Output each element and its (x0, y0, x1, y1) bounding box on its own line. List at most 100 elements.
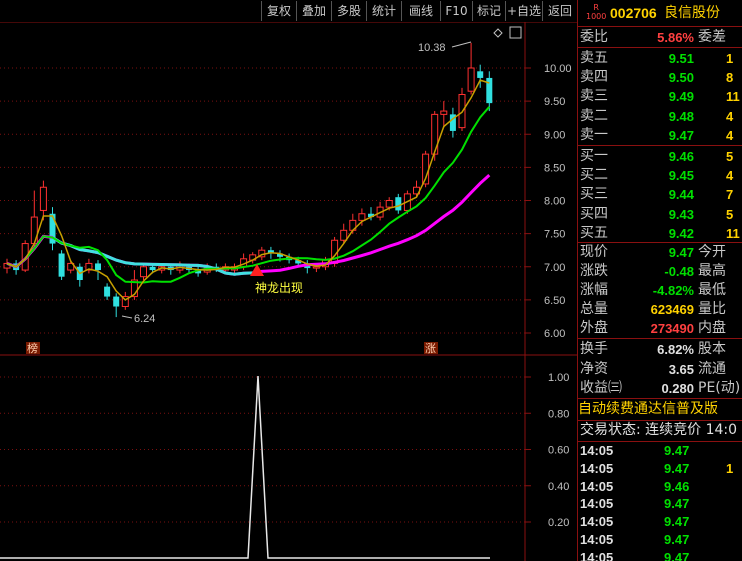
toolbar-button-6[interactable]: 标记 (472, 1, 505, 21)
candle-down (477, 71, 484, 78)
buy-row-2[interactable]: 买三 9.44 7 (578, 185, 742, 204)
order-price: 9.48 (668, 108, 694, 124)
stat-label: 总量 (580, 301, 608, 317)
trade-status: 交易状态: 连续竞价 14:0 (580, 422, 738, 438)
toolbar-button-2[interactable]: 多股 (331, 1, 366, 21)
candle-down (113, 296, 120, 307)
market-badge: R 1000 (586, 3, 607, 21)
candle-up (385, 200, 393, 208)
toolbar-button-3[interactable]: 统计 (366, 1, 401, 21)
toolbar-button-0[interactable]: 复权 (261, 1, 296, 21)
stat-label: 涨幅 (580, 282, 608, 298)
buy-row-1[interactable]: 买二 9.45 4 (578, 166, 742, 185)
order-price: 9.51 (668, 51, 694, 66)
stat-label-2: 内盘 (698, 320, 726, 336)
marquee-text[interactable]: 自动续费通达信普及版 (578, 400, 742, 419)
order-price: 9.47 (668, 127, 694, 143)
order-volume: 8 (726, 70, 734, 86)
fund-row-0: 换手 6.82% 股本 (578, 340, 742, 359)
order-label: 卖二 (580, 107, 608, 124)
quote-row-1: 涨跌 -0.48 最高 (578, 262, 742, 281)
order-volume: 4 (726, 127, 734, 143)
order-volume: 5 (726, 149, 734, 164)
order-volume: 1 (726, 51, 734, 66)
stat-label: 换手 (580, 341, 608, 357)
price-axis: 10.00 9.50 9.00 8.50 8.00 7.50 7.00 6.50 6.00 (525, 63, 572, 340)
axis-tick-label: 1.00 (548, 372, 569, 384)
candle-up (39, 186, 47, 211)
candle-up (340, 229, 348, 241)
stat-label-2: 流通 (698, 360, 726, 377)
sell-row-3[interactable]: 卖二 9.48 4 (578, 107, 742, 126)
candle-up (140, 266, 147, 278)
axis-tick-label: 8.50 (544, 162, 565, 174)
candle-down (149, 266, 156, 271)
toolbar-button-7[interactable]: +自选 (505, 1, 542, 21)
candle-down (395, 197, 402, 211)
order-price: 9.49 (668, 89, 694, 105)
tick-volume: 1 (726, 460, 734, 476)
candle-down (104, 286, 111, 297)
order-price: 9.50 (668, 70, 694, 86)
stat-value: 0.280 (661, 381, 694, 396)
fund-row-2: 收益㈢ 0.280 PE(动) (578, 379, 742, 398)
axis-tick-label: 7.50 (544, 229, 565, 241)
buy-row-3[interactable]: 买四 9.43 5 (578, 205, 742, 224)
sell-row-1[interactable]: 卖四 9.50 8 (578, 68, 742, 87)
toolbar-button-4[interactable]: 画线 (401, 1, 440, 21)
tick-price: 9.47 (664, 460, 690, 476)
quote-row-3: 总量 623469 量比 (578, 300, 742, 319)
buy-row-4[interactable]: 买五 9.42 11 (578, 224, 742, 243)
order-label: 买二 (580, 167, 608, 184)
order-price: 9.42 (668, 225, 694, 241)
order-label: 买一 (580, 148, 608, 164)
tick-row: 14:05 9.47 (578, 531, 742, 549)
order-volume: 7 (726, 187, 734, 203)
high-price-label: 10.38 (418, 42, 446, 54)
stat-value: -4.82% (652, 283, 694, 298)
order-label: 卖三 (580, 88, 608, 105)
indicator-axis: 1.00 0.80 0.60 0.40 0.20 (525, 372, 569, 529)
toolbar-button-1[interactable]: 叠加 (296, 1, 331, 21)
sell-row-2[interactable]: 卖三 9.49 11 (578, 87, 742, 106)
tick-row: 14:05 9.47 1 (578, 460, 742, 478)
stat-label: 涨跌 (580, 263, 608, 279)
diamond-marker (493, 28, 503, 38)
tick-price: 9.47 (664, 443, 690, 458)
sell-row-0[interactable]: 卖五 9.51 1 (578, 49, 742, 68)
order-price: 9.45 (668, 168, 694, 184)
moving-averages (6, 26, 522, 319)
axis-tick-label: 9.00 (544, 129, 565, 141)
stat-value: 273490 (650, 321, 694, 336)
tick-time: 14:05 (580, 549, 614, 561)
buy-row-0[interactable]: 买一 9.46 5 (578, 147, 742, 166)
signal-label: 神龙出现 (255, 281, 303, 295)
order-label: 买四 (580, 205, 608, 222)
toolbar-button-5[interactable]: F10 (440, 1, 472, 21)
quote-row-4: 外盘 273490 内盘 (578, 319, 742, 338)
stat-label: 净资 (580, 360, 608, 377)
order-volume: 11 (726, 89, 740, 105)
axis-tick-label: 0.40 (548, 481, 569, 493)
axis-tick-label: 6.00 (544, 328, 565, 340)
stat-label-2: PE(动) (698, 380, 741, 396)
order-price: 9.44 (668, 187, 694, 203)
axis-tick-label: 0.80 (548, 408, 569, 420)
sell-row-4[interactable]: 卖一 9.47 4 (578, 126, 742, 145)
quote-panel: R 1000 002706 良信股份 委比 5.86% 委差 卖五 9.51 1 卖四 9… (577, 0, 742, 561)
stat-value: 3.65 (668, 361, 694, 377)
axis-tick-label: 9.50 (544, 96, 565, 108)
candle-up (312, 266, 320, 269)
axis-tick-label: 7.00 (544, 262, 565, 274)
kline-chart-area[interactable]: 10.00 9.50 9.00 8.50 8.00 7.50 7.00 6.50 6.00 1.… (0, 0, 577, 561)
axis-tick-label: 10.00 (544, 63, 572, 75)
tick-price: 9.47 (664, 496, 690, 512)
stock-name: 良信股份 (664, 5, 720, 21)
axis-tick-label: 6.50 (544, 295, 565, 307)
toolbar-button-8[interactable]: 返回 (542, 1, 577, 21)
order-price: 9.43 (668, 206, 694, 222)
tick-time: 14:05 (580, 443, 614, 458)
stat-value: -0.48 (664, 264, 694, 279)
tick-price: 9.47 (664, 532, 690, 547)
high-arrow (451, 41, 472, 48)
